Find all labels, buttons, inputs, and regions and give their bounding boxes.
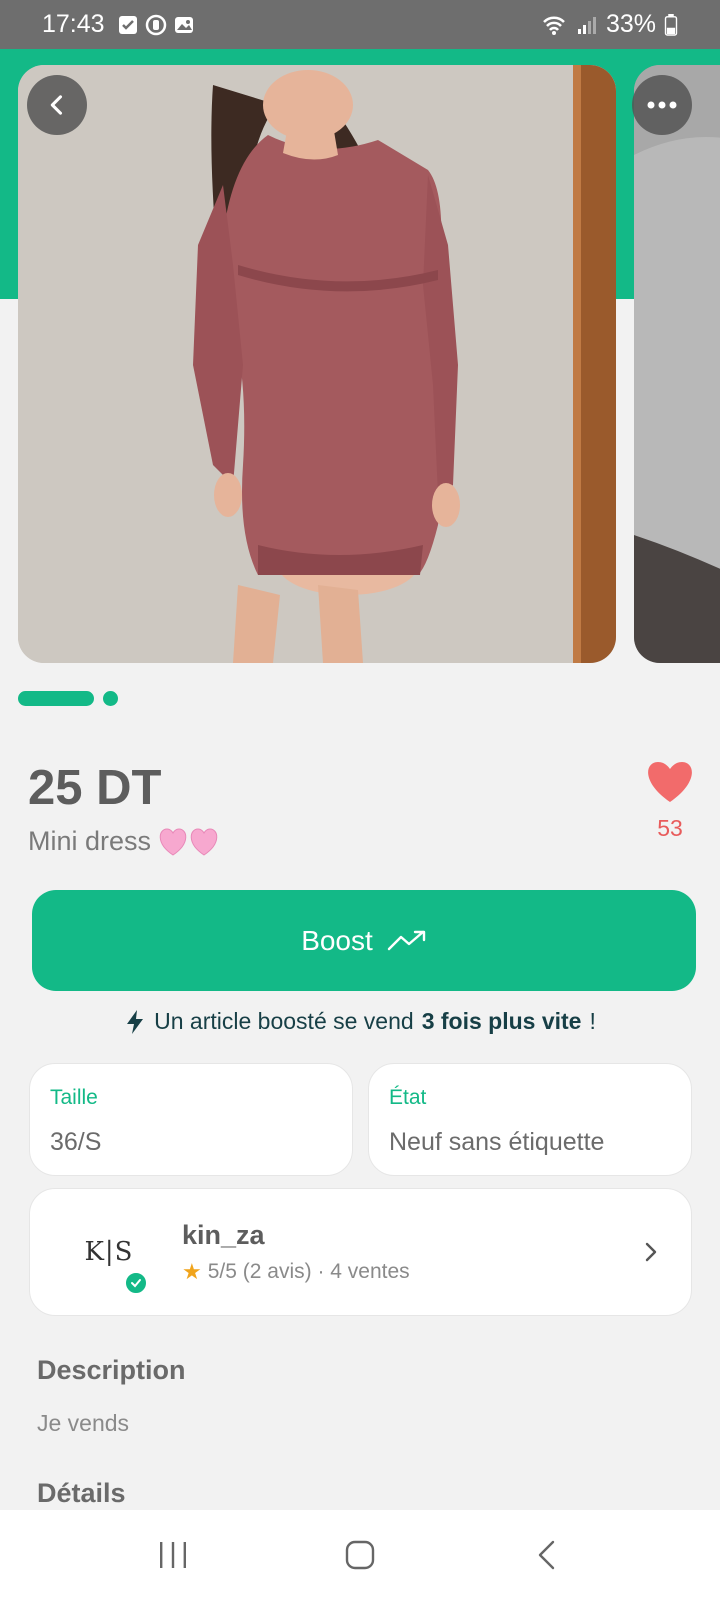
condition-value: Neuf sans étiquette	[389, 1128, 605, 1156]
condition-label: État	[389, 1086, 427, 1109]
product-photo-next-illustration	[634, 65, 720, 663]
status-bar: 17:43 33%	[0, 0, 720, 49]
product-title-row: Mini dress	[28, 826, 221, 857]
size-label: Taille	[50, 1086, 98, 1109]
sync-icon	[145, 14, 166, 35]
recent-apps-icon	[160, 1542, 187, 1568]
image-carousel[interactable]	[0, 65, 720, 663]
product-photo[interactable]	[18, 65, 616, 663]
battery-icon	[664, 13, 678, 36]
system-nav-bar	[0, 1510, 720, 1600]
product-photo-illustration	[18, 65, 616, 663]
boost-button[interactable]: Boost	[32, 890, 696, 991]
verified-badge-icon	[124, 1271, 148, 1295]
home-icon	[345, 1540, 375, 1570]
status-left: 17:43	[42, 10, 195, 39]
condition-card: État Neuf sans étiquette	[368, 1063, 692, 1176]
size-card: Taille 36/S	[29, 1063, 353, 1176]
pager-dot-active[interactable]	[18, 691, 94, 706]
size-value: 36/S	[50, 1128, 102, 1156]
description-title: Description	[37, 1355, 186, 1385]
back-button[interactable]	[27, 75, 87, 135]
boost-note-bold: 3 fois plus vite	[421, 1008, 582, 1034]
status-right: 33%	[540, 10, 678, 39]
heart-emoji-icon	[157, 827, 221, 857]
boost-note: Un article boosté se vend 3 fois plus vi…	[0, 1008, 720, 1035]
boost-label: Boost	[301, 924, 373, 956]
more-options-button[interactable]	[632, 75, 692, 135]
star-icon: ★	[182, 1258, 202, 1284]
product-title: Mini dress	[28, 826, 152, 856]
description-text: Je vends	[37, 1410, 130, 1436]
seller-name: kin_za	[182, 1219, 265, 1250]
like-count: 53	[657, 815, 683, 841]
gallery-icon	[174, 16, 193, 33]
carousel-pager	[18, 691, 118, 706]
status-time: 17:43	[42, 10, 105, 38]
signal-icon	[577, 16, 596, 34]
details-title: Détails	[37, 1478, 126, 1508]
seller-rating: 5/5 (2 avis) · 4 ventes	[207, 1259, 410, 1283]
status-notification-icons	[117, 14, 195, 36]
lightning-icon	[127, 1009, 144, 1034]
chevron-right-icon	[645, 1242, 657, 1262]
more-dots-icon	[647, 101, 677, 109]
seller-card[interactable]: K|S kin_za ★ 5/5 (2 avis) · 4 ventes	[29, 1188, 692, 1316]
heart-icon	[648, 762, 692, 802]
product-photo-next[interactable]	[634, 65, 720, 663]
pager-dot[interactable]	[103, 691, 118, 706]
boost-note-suffix: !	[589, 1008, 596, 1034]
recent-apps-button[interactable]	[143, 1525, 203, 1585]
back-icon	[538, 1540, 554, 1570]
product-price: 25 DT	[28, 761, 162, 815]
battery-percent: 33%	[605, 10, 656, 38]
boost-note-prefix: Un article boosté se vend	[154, 1008, 414, 1034]
seller-avatar: K|S	[66, 1209, 152, 1295]
trending-up-icon	[387, 930, 425, 950]
nav-back-button[interactable]	[517, 1525, 577, 1585]
home-button[interactable]	[330, 1525, 390, 1585]
seller-info: kin_za ★ 5/5 (2 avis) · 4 ventes	[182, 1220, 639, 1285]
checkbox-notification-icon	[118, 15, 137, 34]
chevron-left-icon	[50, 95, 63, 115]
product-page: 17:43 33% 25 DT Mini dress 53 Boost Un a…	[0, 0, 720, 1600]
wifi-icon	[543, 16, 565, 35]
seller-rating-row: ★ 5/5 (2 avis) · 4 ventes	[182, 1259, 639, 1285]
like-button[interactable]: 53	[640, 760, 700, 842]
seller-avatar-logo: K|S	[84, 1237, 134, 1267]
